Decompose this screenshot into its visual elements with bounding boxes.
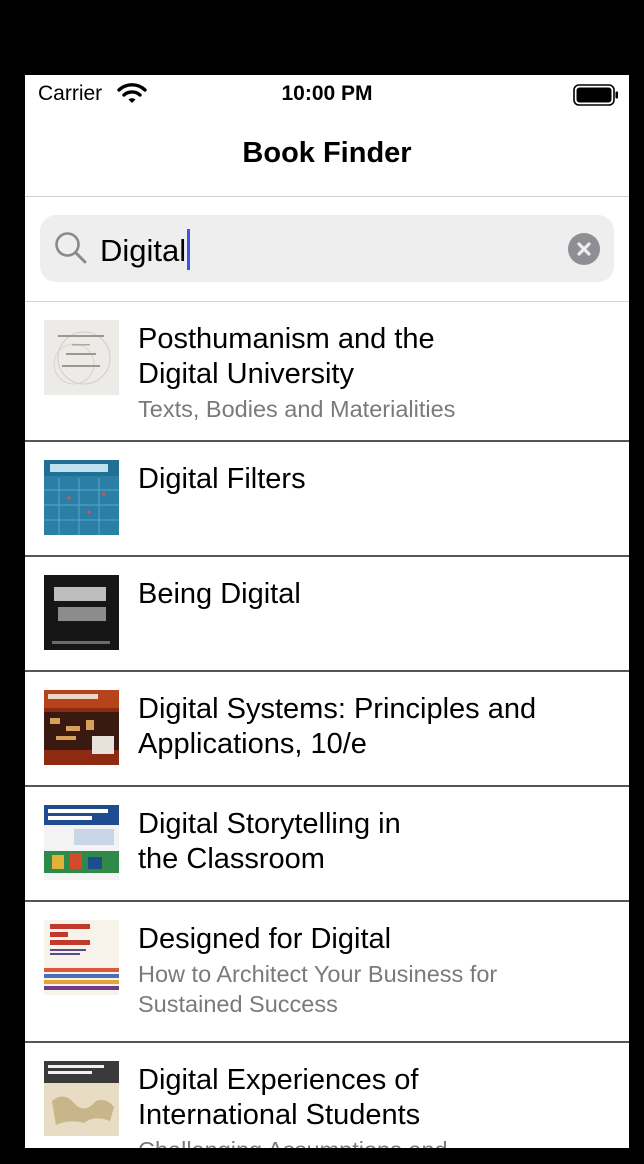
book-title: Digital Storytelling in the Classroom	[138, 807, 608, 877]
search-icon	[54, 231, 88, 270]
book-title: Posthumanism and the Digital University	[138, 322, 608, 392]
search-bar: Digital	[25, 197, 629, 302]
status-time: 10:00 PM	[281, 82, 373, 105]
cover-digital-systems	[44, 690, 119, 765]
book-subtitle-line: Texts, Bodies and Materialities	[138, 396, 456, 422]
book-text: Being Digital	[138, 577, 608, 612]
status-bar: Carrier 10:00 PM	[25, 75, 629, 115]
list-item[interactable]: Posthumanism and the Digital University …	[25, 302, 629, 440]
book-title-line: Digital Experiences of	[138, 1064, 419, 1096]
book-subtitle: Challenging Assumptions and	[138, 1135, 608, 1148]
book-title-line: Being Digital	[138, 578, 301, 610]
page-title: Book Finder	[242, 137, 412, 169]
book-title-line: Designed for Digital	[138, 923, 392, 955]
cover-digital-experiences	[44, 1061, 119, 1136]
list-item[interactable]: Digital Filters	[25, 440, 629, 555]
book-subtitle-line: Challenging Assumptions and	[138, 1135, 608, 1148]
book-subtitle-line: Sustained Success	[138, 991, 338, 1017]
list-item[interactable]: Digital Experiences of International Stu…	[25, 1041, 629, 1148]
book-title-line: Posthumanism and the	[138, 323, 435, 355]
book-title: Digital Filters	[138, 462, 608, 497]
book-text: Digital Filters	[138, 462, 608, 497]
book-title: Digital Experiences of International Stu…	[138, 1063, 608, 1133]
text-caret	[187, 229, 191, 270]
book-title-line: Digital Filters	[138, 463, 306, 495]
search-query-text: Digital	[100, 233, 187, 268]
book-title: Digital Systems: Principles and Applicat…	[138, 692, 608, 762]
cover-digital-storytelling	[44, 805, 119, 880]
book-text: Digital Systems: Principles and Applicat…	[138, 692, 608, 762]
list-item[interactable]: Designed for Digital How to Architect Yo…	[25, 900, 629, 1041]
clear-search-button[interactable]	[568, 233, 600, 265]
book-title-line: Applications, 10/e	[138, 728, 367, 760]
book-title-line: Digital University	[138, 358, 354, 390]
cover-posthumanism	[44, 320, 119, 395]
book-subtitle: How to Architect Your Business for Susta…	[138, 959, 608, 1019]
book-title-line: Digital Systems: Principles and	[138, 693, 537, 725]
search-input[interactable]: Digital	[40, 215, 614, 282]
book-title-line: International Students	[138, 1099, 421, 1131]
list-item[interactable]: Being Digital	[25, 555, 629, 670]
book-title: Designed for Digital	[138, 922, 608, 957]
book-text: Designed for Digital How to Architect Yo…	[138, 922, 608, 1019]
search-query: Digital	[100, 229, 191, 270]
battery-icon	[573, 84, 619, 111]
book-title-line: the Classroom	[138, 843, 325, 875]
app-screen: Carrier 10:00 PM Book Finder Digital Pos…	[25, 75, 629, 1148]
cover-being-digital	[44, 575, 119, 650]
cover-designed-for-digital	[44, 920, 119, 995]
navigation-bar: Book Finder	[25, 115, 629, 197]
book-text: Digital Experiences of International Stu…	[138, 1063, 608, 1148]
close-icon	[577, 242, 591, 256]
list-item[interactable]: Digital Storytelling in the Classroom	[25, 785, 629, 900]
book-text: Posthumanism and the Digital University …	[138, 322, 608, 424]
book-subtitle: Texts, Bodies and Materialities	[138, 394, 608, 424]
list-item[interactable]: Digital Systems: Principles and Applicat…	[25, 670, 629, 785]
book-subtitle-line: How to Architect Your Business for	[138, 961, 498, 987]
book-title-line: Digital Storytelling in	[138, 808, 401, 840]
cover-digital-filters	[44, 460, 119, 535]
book-title: Being Digital	[138, 577, 608, 612]
results-list: Posthumanism and the Digital University …	[25, 302, 629, 1148]
book-text: Digital Storytelling in the Classroom	[138, 807, 608, 877]
